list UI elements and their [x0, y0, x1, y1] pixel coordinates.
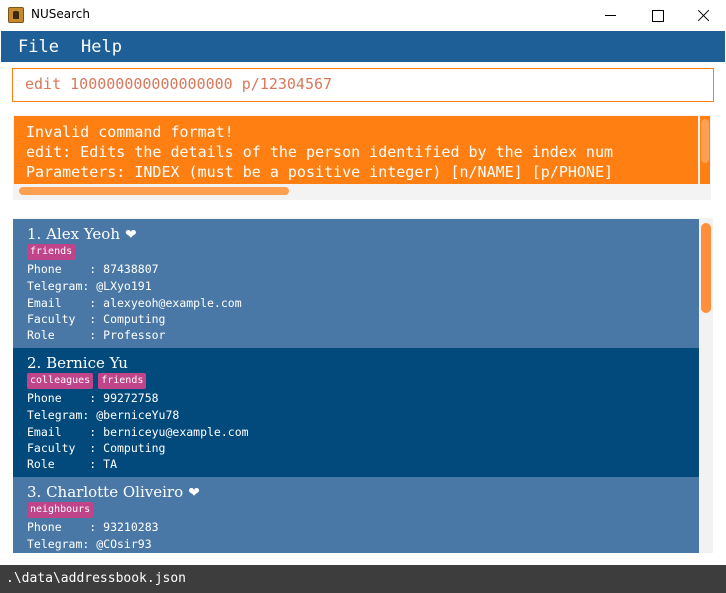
person-email: Email : alexyeoh@example.com [27, 296, 242, 310]
maximize-button[interactable] [634, 0, 680, 31]
window-title: NUSearch [31, 7, 90, 21]
person-phone: Phone : 99272758 [27, 391, 159, 405]
command-input[interactable]: edit 100000000000000000 p/12304567 [25, 75, 332, 93]
person-name: 1. Alex Yeoh [27, 225, 120, 243]
status-bar: .\data\addressbook.json [0, 565, 726, 593]
person-role: Role : Professor [27, 328, 166, 342]
person-phone: Phone : 87438807 [27, 262, 159, 276]
person-faculty: Faculty : Computing [27, 441, 166, 455]
menu-file[interactable]: File [18, 37, 59, 57]
person-list: 1. Alex Yeoh ❤ friends Phone : 87438807 T… [13, 219, 699, 553]
heart-icon: ❤ [188, 485, 200, 501]
tag: friends [98, 373, 147, 389]
person-name: 3. Charlotte Oliveiro [27, 483, 184, 501]
tag: friends [27, 244, 76, 260]
person-card[interactable]: 2. Bernice Yu colleagues friends Phone :… [13, 348, 699, 477]
result-line: edit: Edits the details of the person id… [26, 143, 613, 161]
person-list-panel: 1. Alex Yeoh ❤ friends Phone : 87438807 T… [13, 218, 713, 553]
person-phone: Phone : 93210283 [27, 520, 159, 534]
result-display: Invalid command format! edit: Edits the … [13, 115, 711, 200]
tag-list: friends [27, 244, 76, 260]
person-card[interactable]: 3. Charlotte Oliveiro ❤ neighbours Phone … [13, 477, 699, 553]
person-faculty: Faculty : Computing [27, 312, 166, 326]
person-card[interactable]: 1. Alex Yeoh ❤ friends Phone : 87438807 T… [13, 219, 699, 348]
person-email: Email : berniceyu@example.com [27, 425, 249, 439]
tag-list: colleagues friends [27, 373, 147, 389]
tag: colleagues [27, 373, 94, 389]
result-horizontal-scroll-thumb[interactable] [19, 187, 289, 195]
command-box[interactable]: edit 100000000000000000 p/12304567 [12, 68, 714, 102]
person-telegram: Telegram: @berniceYu78 [27, 408, 180, 422]
title-bar: NUSearch [0, 0, 726, 31]
close-button[interactable] [680, 0, 726, 31]
status-file-path: .\data\addressbook.json [6, 571, 187, 586]
result-line: Parameters: INDEX (must be a positive in… [26, 163, 613, 181]
minimize-button[interactable] [588, 0, 634, 31]
result-line: Invalid command format! [26, 123, 234, 141]
person-name: 2. Bernice Yu [27, 354, 128, 372]
result-text-area: Invalid command format! edit: Edits the … [14, 116, 698, 184]
result-vertical-scroll-thumb[interactable] [701, 119, 709, 163]
person-role: Role : TA [27, 457, 118, 471]
tag-list: neighbours [27, 502, 94, 518]
menu-help[interactable]: Help [81, 37, 122, 57]
list-vertical-scroll-thumb[interactable] [701, 223, 711, 313]
menu-bar: File Help [1, 31, 725, 62]
person-telegram: Telegram: @COsir93 [27, 537, 152, 551]
person-telegram: Telegram: @LXyo191 [27, 279, 152, 293]
heart-icon: ❤ [124, 227, 137, 243]
app-icon [8, 7, 24, 23]
tag: neighbours [27, 502, 94, 518]
